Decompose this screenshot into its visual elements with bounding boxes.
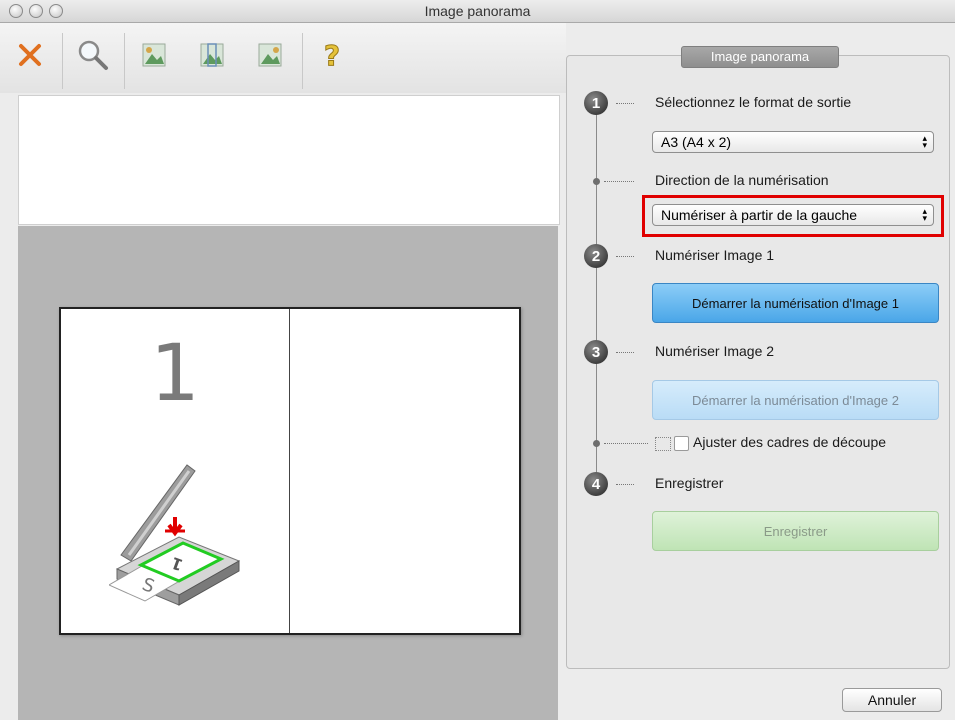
step-3-badge: 3: [584, 340, 608, 364]
step-dot: [593, 440, 600, 447]
save-label: Enregistrer: [655, 475, 724, 491]
step-dash: [616, 103, 634, 105]
toolbar-separator: [124, 33, 125, 89]
step-dash: [604, 181, 634, 183]
arrange-right-icon: [258, 43, 282, 67]
step-dash: [604, 443, 648, 445]
step-1-badge: 1: [584, 91, 608, 115]
help-button[interactable]: ?: [310, 33, 354, 77]
zoom-icon: [78, 40, 108, 70]
window-title: Image panorama: [424, 3, 531, 19]
delete-icon: [19, 44, 41, 66]
save-button[interactable]: Enregistrer: [652, 511, 939, 551]
arrange-left-button[interactable]: [132, 33, 176, 77]
page-divider: [289, 309, 290, 633]
arrange-middle-button[interactable]: [190, 33, 234, 77]
panel-title: Image panorama: [681, 46, 839, 68]
window-titlebar: Image panorama: [0, 0, 955, 23]
step-connector-line: [596, 103, 597, 483]
step-dash: [616, 484, 634, 486]
scan-direction-label: Direction de la numérisation: [655, 172, 829, 188]
panorama-page: 1 S 1: [59, 307, 521, 635]
step-4-badge: 4: [584, 472, 608, 496]
select-arrows-icon: ▴ ▾: [922, 133, 927, 150]
crop-frames-icon: [655, 437, 671, 451]
zoom-button[interactable]: [70, 33, 114, 77]
crop-frames-label: Ajuster des cadres de découpe: [693, 434, 887, 450]
output-format-value: A3 (A4 x 2): [661, 134, 732, 150]
toolbar-separator: [62, 33, 63, 89]
output-format-label: Sélectionnez le format de sortie: [655, 94, 852, 110]
toolbar: ?: [0, 23, 566, 93]
delete-button[interactable]: [8, 33, 52, 77]
step-dash: [616, 256, 634, 258]
start-scan-image2-button[interactable]: Démarrer la numérisation d'Image 2: [652, 380, 939, 420]
step-dot: [593, 178, 600, 185]
svg-text:?: ?: [324, 39, 340, 72]
scanner-illustration-icon: S 1: [109, 464, 241, 606]
step-dash: [616, 352, 634, 354]
crop-frames-checkbox[interactable]: [674, 436, 689, 451]
scan-image2-label: Numériser Image 2: [655, 343, 775, 359]
thumbnail-strip[interactable]: [18, 95, 560, 225]
arrange-left-icon: [142, 43, 166, 67]
help-icon: ?: [323, 39, 340, 73]
arrange-middle-icon: [200, 43, 224, 67]
cancel-button[interactable]: Annuler: [842, 688, 942, 712]
scan-image1-label: Numériser Image 1: [655, 247, 775, 263]
output-format-select[interactable]: A3 (A4 x 2) ▴ ▾: [652, 131, 934, 153]
step-2-badge: 2: [584, 244, 608, 268]
highlight-box: [642, 195, 944, 237]
page-number: 1: [150, 329, 200, 419]
toolbar-separator: [302, 33, 303, 89]
arrange-right-button[interactable]: [248, 33, 292, 77]
start-scan-image1-button[interactable]: Démarrer la numérisation d'Image 1: [652, 283, 939, 323]
